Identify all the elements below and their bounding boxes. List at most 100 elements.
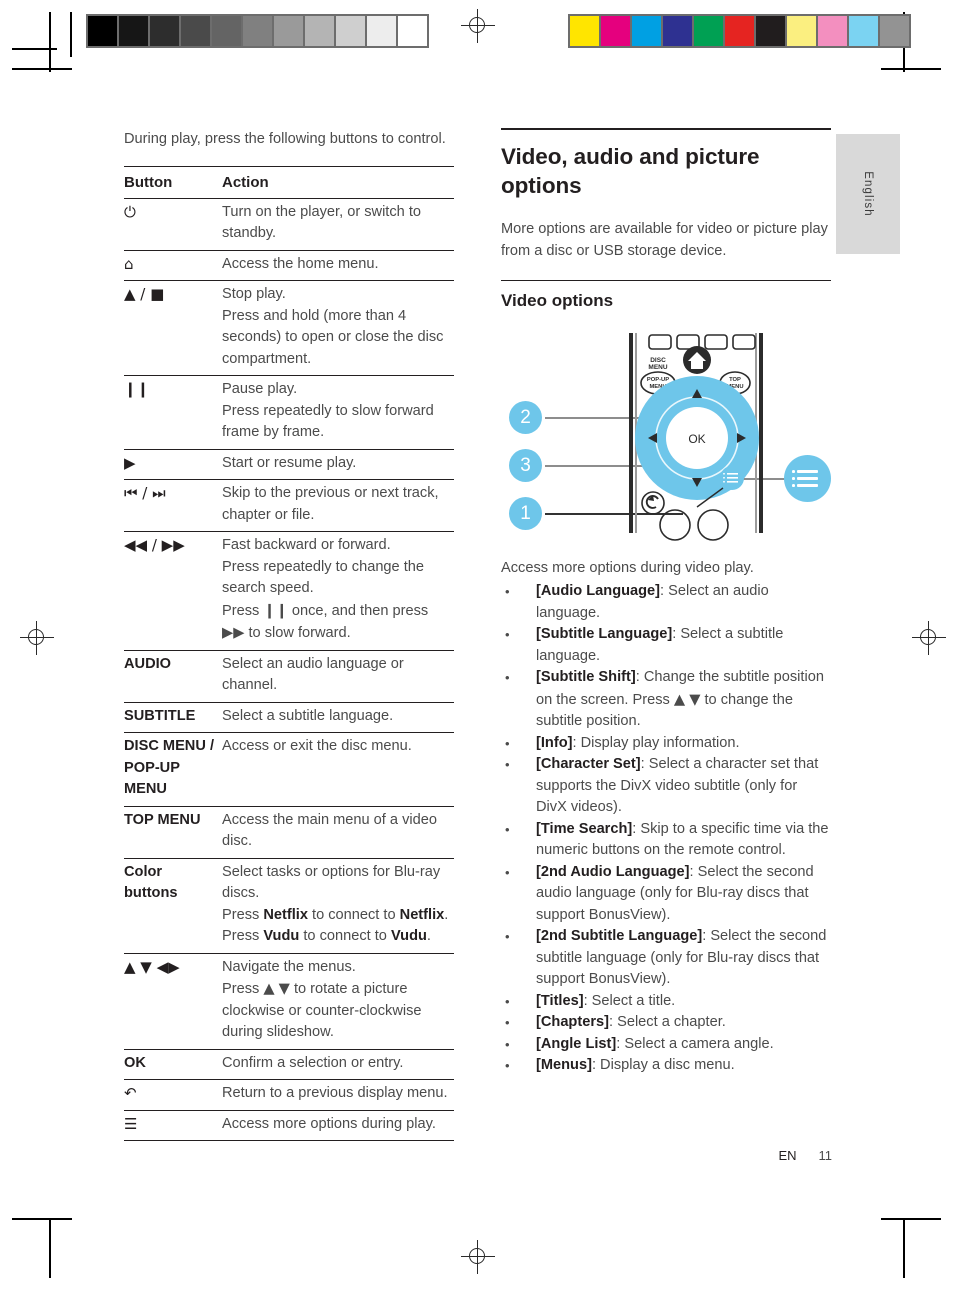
table-cell-action: Confirm a selection or entry.	[222, 1049, 454, 1080]
table-cell-button: DISC MENU / POP-UP MENU	[124, 732, 222, 807]
page-footer: EN 11	[0, 1148, 954, 1163]
table-cell-button: ⏻	[124, 198, 222, 251]
subsection-title: Video options	[501, 291, 614, 310]
remote-control-figure: 2 3 1 DISC MENU POP-UP MENU TOP MENU OK	[501, 325, 831, 543]
manual-page: English During play, press the following…	[0, 0, 954, 1291]
table-cell-button: ↶	[124, 1079, 222, 1111]
list-item: [Menus]: Display a disc menu.	[501, 1055, 831, 1077]
table-row: SUBTITLE Select a subtitle language.	[124, 702, 454, 733]
table-cell-button: AUDIO	[124, 650, 222, 703]
intro-paragraph: During play, press the following buttons…	[124, 131, 446, 147]
list-item-term: [Subtitle Shift]	[536, 669, 636, 685]
table-cell-action: Access more options during play.	[222, 1110, 454, 1141]
table-cell-action: Pause play. Press repeatedly to slow forw…	[222, 375, 454, 450]
list-item-term: [Chapters]	[536, 1014, 609, 1030]
table-row: ◀◀ / ▶▶ Fast backward or forward. Press re…	[124, 531, 454, 651]
table-cell-action: Navigate the menus. Press ▲ ▼ to rotate a…	[222, 953, 454, 1050]
table-row: ⌂ Access the home menu.	[124, 250, 454, 281]
table-cell-action: Stop play. Press and hold (more than 4 se…	[222, 280, 454, 376]
list-item-description: : Display a disc menu.	[591, 1057, 735, 1073]
list-item: [2nd Audio Language]: Select the second …	[501, 862, 831, 927]
table-row: ❙❙ Pause play. Press repeatedly to slow fo…	[124, 375, 454, 450]
table-cell-button: ☰	[124, 1110, 222, 1141]
left-column: During play, press the following buttons…	[124, 128, 454, 1141]
table-cell-button: ▶	[124, 449, 222, 480]
table-row: AUDIO Select an audio language or channel…	[124, 650, 454, 703]
options-icon-enlarged	[784, 455, 831, 502]
table-cell-action: Select a subtitle language.	[222, 702, 454, 733]
table-cell-action: Select tasks or options for Blu-ray disc…	[222, 858, 454, 954]
list-item-term: [2nd Audio Language]	[536, 863, 690, 880]
table-row: ▲ / ■ Stop play. Press and hold (more than…	[124, 280, 454, 376]
list-item-term: [Time Search]	[536, 820, 633, 837]
footer-page-number: 11	[818, 1148, 833, 1163]
list-item-term: [Character Set]	[536, 756, 641, 772]
list-item-description: : Select a camera angle.	[616, 1035, 774, 1052]
table-cell-action: Return to a previous display menu.	[222, 1079, 454, 1111]
list-item: [Angle List]: Select a camera angle.	[501, 1034, 831, 1056]
list-item-term: [Subtitle Language]	[536, 626, 673, 642]
list-item: [Info]: Display play information.	[501, 733, 831, 755]
table-cell-button: TOP MENU	[124, 806, 222, 859]
list-item: [Subtitle Language]: Select a subtitle l…	[501, 624, 831, 667]
list-item: [Time Search]: Skip to a specific time v…	[501, 819, 831, 862]
language-side-tab-label: English	[862, 171, 874, 217]
table-cell-button: OK	[124, 1049, 222, 1080]
page-title: Video, audio and picture options	[501, 144, 760, 198]
list-item: [Subtitle Shift]: Change the subtitle po…	[501, 667, 831, 733]
table-header-row: Button Action	[124, 166, 454, 199]
svg-text:MENU: MENU	[648, 364, 667, 371]
table-row: Color buttons Select tasks or options for…	[124, 858, 454, 954]
table-row: ⏻ Turn on the player, or switch to standb…	[124, 198, 454, 251]
table-row: ▶ Start or resume play.	[124, 449, 454, 480]
section-intro-paragraph: More options are available for video or …	[501, 221, 828, 259]
svg-text:POP-UP: POP-UP	[647, 377, 669, 383]
list-item: [Character Set]: Select a character set …	[501, 754, 831, 819]
button-action-table: Button Action ⏻ Turn on the player, or sw…	[124, 166, 454, 1141]
table-row: ☰ Access more options during play.	[124, 1110, 454, 1141]
remote-control-illustration: DISC MENU POP-UP MENU TOP MENU OK	[629, 333, 763, 541]
table-cell-action: Access the home menu.	[222, 250, 454, 281]
video-options-list: [Audio Language]: Select an audio langua…	[501, 581, 831, 1077]
list-item: [2nd Subtitle Language]: Select the seco…	[501, 926, 831, 991]
list-item-description: : Select a chapter.	[608, 1014, 726, 1030]
table-cell-action: Access or exit the disc menu.	[222, 732, 454, 807]
table-cell-action: Fast backward or forward. Press repeatedl…	[222, 531, 454, 651]
table-cell-button: ◀◀ / ▶▶	[124, 531, 222, 651]
table-row: ⏮ / ⏭ Skip to the previous or next track,…	[124, 479, 454, 532]
list-item-term: [Angle List]	[536, 1035, 617, 1052]
column-header-action: Action	[222, 166, 454, 199]
table-cell-action: Start or resume play.	[222, 449, 454, 480]
table-row: ▲ ▼ ◀▶ Navigate the menus. Press ▲ ▼ to ro…	[124, 953, 454, 1050]
column-header-button: Button	[124, 166, 222, 199]
table-row: ↶ Return to a previous display menu.	[124, 1079, 454, 1111]
list-item-term: [Audio Language]	[536, 583, 661, 599]
table-cell-button: ❙❙	[124, 375, 222, 450]
table-cell-action: Skip to the previous or next track, chap…	[222, 479, 454, 532]
table-row: DISC MENU / POP-UP MENU Access or exit th…	[124, 732, 454, 807]
list-item: [Titles]: Select a title.	[501, 991, 831, 1013]
table-cell-action: Turn on the player, or switch to standby…	[222, 198, 454, 251]
svg-text:OK: OK	[688, 432, 705, 446]
list-item-term: [Menus]	[536, 1057, 592, 1073]
list-item-term: [Info]	[536, 734, 573, 751]
svg-text:DISC: DISC	[650, 357, 666, 364]
list-item-term: [2nd Subtitle Language]	[536, 928, 703, 944]
footer-language-code: EN	[778, 1148, 797, 1163]
table-row: OK Confirm a selection or entry.	[124, 1049, 454, 1080]
table-cell-action: Select an audio language or channel.	[222, 650, 454, 703]
table-cell-button: ⏮ / ⏭	[124, 479, 222, 532]
table-row: TOP MENU Access the main menu of a video …	[124, 806, 454, 859]
list-item: [Audio Language]: Select an audio langua…	[501, 581, 831, 624]
list-item-description: : Display play information.	[572, 734, 740, 751]
language-side-tab: English	[836, 134, 900, 254]
table-cell-action: Access the main menu of a video disc.	[222, 806, 454, 859]
svg-text:TOP: TOP	[729, 377, 741, 383]
list-item: [Chapters]: Select a chapter.	[501, 1012, 831, 1034]
list-item-term: [Titles]	[536, 992, 584, 1009]
list-intro-paragraph: Access more options during video play.	[501, 560, 754, 576]
table-cell-button: SUBTITLE	[124, 702, 222, 733]
right-column: Video, audio and picture options More op…	[501, 128, 831, 1077]
table-cell-button: Color buttons	[124, 858, 222, 954]
section-rule-top	[501, 128, 831, 130]
